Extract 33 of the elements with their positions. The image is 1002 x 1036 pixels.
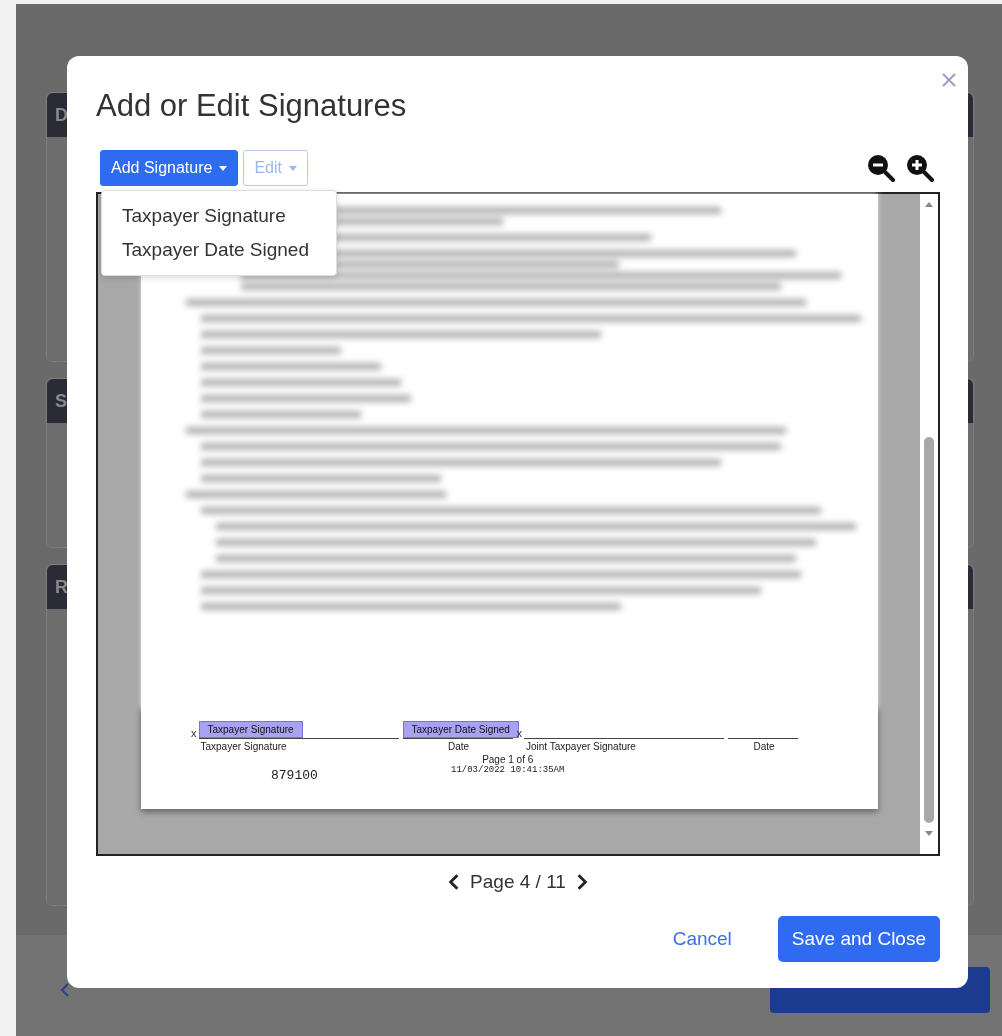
scrollbar[interactable] <box>920 194 938 854</box>
previous-page-icon[interactable] <box>448 873 461 891</box>
cancel-button[interactable]: Cancel <box>666 927 738 951</box>
save-button[interactable]: Save and Close <box>777 916 940 962</box>
dialog-title: Add or Edit Signatures <box>96 88 408 125</box>
scroll-down-icon[interactable] <box>925 831 933 836</box>
field-caption: Joint Taxpayer Signature <box>525 740 637 752</box>
caret-icon <box>219 165 228 171</box>
card-header: R <box>55 576 68 598</box>
menu-item[interactable]: Taxpayer Signature <box>102 199 336 233</box>
page-label: Page 1 of 6 <box>482 754 534 765</box>
timestamp: 11/03/2022 10:41:35AM <box>451 765 565 775</box>
document-number: 879100 <box>271 768 319 783</box>
zoom-out-icon[interactable] <box>867 154 895 182</box>
menu-item[interactable]: Taxpayer Date Signed <box>102 233 336 267</box>
card-header: D <box>55 104 68 126</box>
back-link[interactable] <box>60 981 70 998</box>
scroll-thumb[interactable] <box>924 437 934 823</box>
caret-icon <box>289 165 297 171</box>
signature-tag[interactable]: Taxpayer Signature <box>198 721 303 738</box>
field-caption: Date <box>752 740 776 752</box>
field-caption: Taxpayer Signature <box>199 740 288 752</box>
chevron-left-icon <box>60 981 70 998</box>
x-mark: x <box>516 727 523 739</box>
scroll-up-icon[interactable] <box>925 202 933 207</box>
field-caption: Date <box>446 740 471 752</box>
zoom-in-icon[interactable] <box>906 154 934 182</box>
card-header: S <box>55 390 67 412</box>
add-signature-button[interactable]: Add Signature <box>100 150 239 186</box>
x-mark: x <box>191 727 198 739</box>
next-page-icon[interactable] <box>575 873 588 891</box>
page-indicator: Page 4 / 11 <box>470 871 566 893</box>
close-icon[interactable] <box>942 73 956 87</box>
